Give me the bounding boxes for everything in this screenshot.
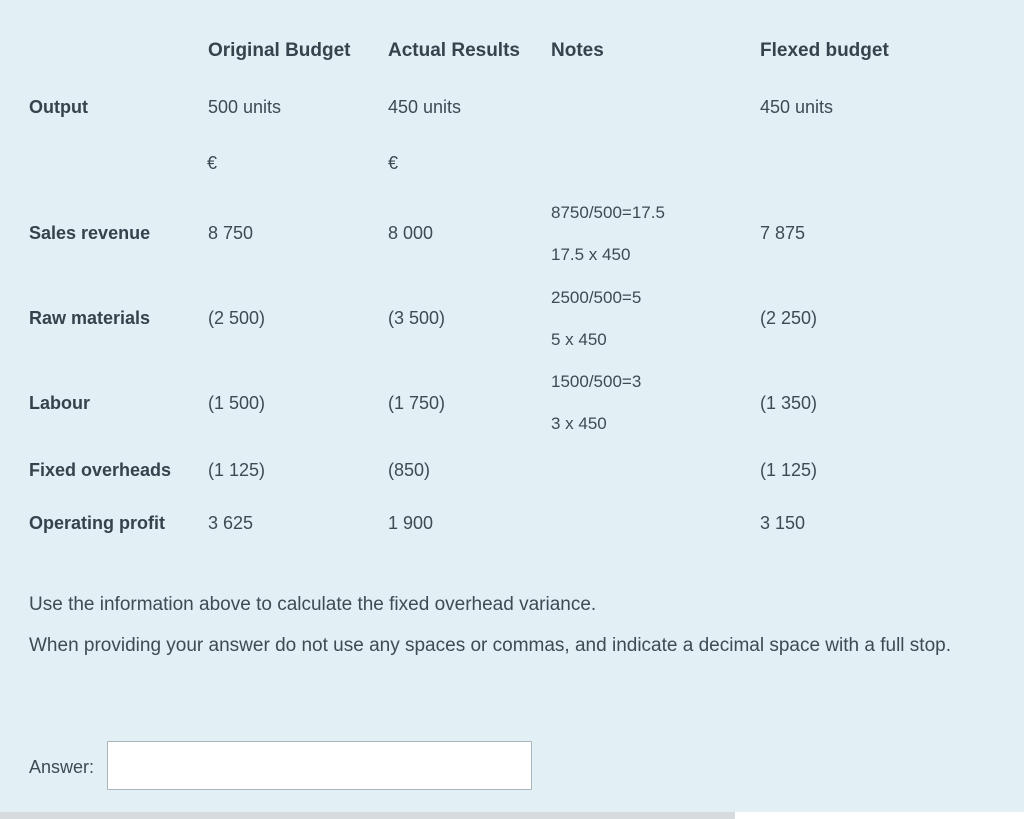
row-label-raw-materials: Raw materials <box>29 308 151 328</box>
fixed-flexed: (1 125) <box>760 460 818 480</box>
fixed-original: (1 125) <box>208 460 266 480</box>
labour-note-1: 1500/500=3 <box>551 372 642 391</box>
output-actual: 450 units <box>388 97 462 117</box>
instruction-line-1: Use the information above to calculate t… <box>29 594 597 615</box>
output-flexed: 450 units <box>760 97 834 117</box>
profit-actual: 1 900 <box>388 513 434 533</box>
header-original-budget: Original Budget <box>208 40 351 61</box>
row-label-output: Output <box>29 97 88 117</box>
labour-note-2: 3 x 450 <box>551 414 607 433</box>
profit-flexed: 3 150 <box>760 513 806 533</box>
output-original: 500 units <box>208 97 282 117</box>
row-label-fixed-overheads: Fixed overheads <box>29 460 172 480</box>
currency-actual: € <box>388 153 399 173</box>
raw-flexed: (2 250) <box>760 308 818 328</box>
header-flexed-budget: Flexed budget <box>760 40 889 61</box>
instruction-line-2: When providing your answer do not use an… <box>29 635 951 656</box>
profit-original: 3 625 <box>208 513 254 533</box>
labour-original: (1 500) <box>208 393 266 413</box>
labour-actual: (1 750) <box>388 393 446 413</box>
row-label-sales-revenue: Sales revenue <box>29 223 151 243</box>
answer-label: Answer: <box>29 757 95 777</box>
sales-note-1: 8750/500=17.5 <box>551 203 665 222</box>
raw-note-2: 5 x 450 <box>551 330 607 349</box>
row-label-labour: Labour <box>29 393 90 413</box>
currency-original: € <box>207 153 218 173</box>
row-label-operating-profit: Operating profit <box>29 513 165 533</box>
sales-original: 8 750 <box>208 223 254 243</box>
labour-flexed: (1 350) <box>760 393 818 413</box>
sales-actual: 8 000 <box>388 223 434 243</box>
header-actual-results: Actual Results <box>388 40 520 61</box>
raw-note-1: 2500/500=5 <box>551 288 642 307</box>
sales-flexed: 7 875 <box>760 223 806 243</box>
fixed-actual: (850) <box>388 460 431 480</box>
horizontal-scrollbar-thumb[interactable] <box>0 812 735 819</box>
answer-input[interactable] <box>107 741 532 790</box>
raw-original: (2 500) <box>208 308 266 328</box>
header-notes: Notes <box>551 40 604 61</box>
sales-note-2: 17.5 x 450 <box>551 245 631 264</box>
raw-actual: (3 500) <box>388 308 446 328</box>
